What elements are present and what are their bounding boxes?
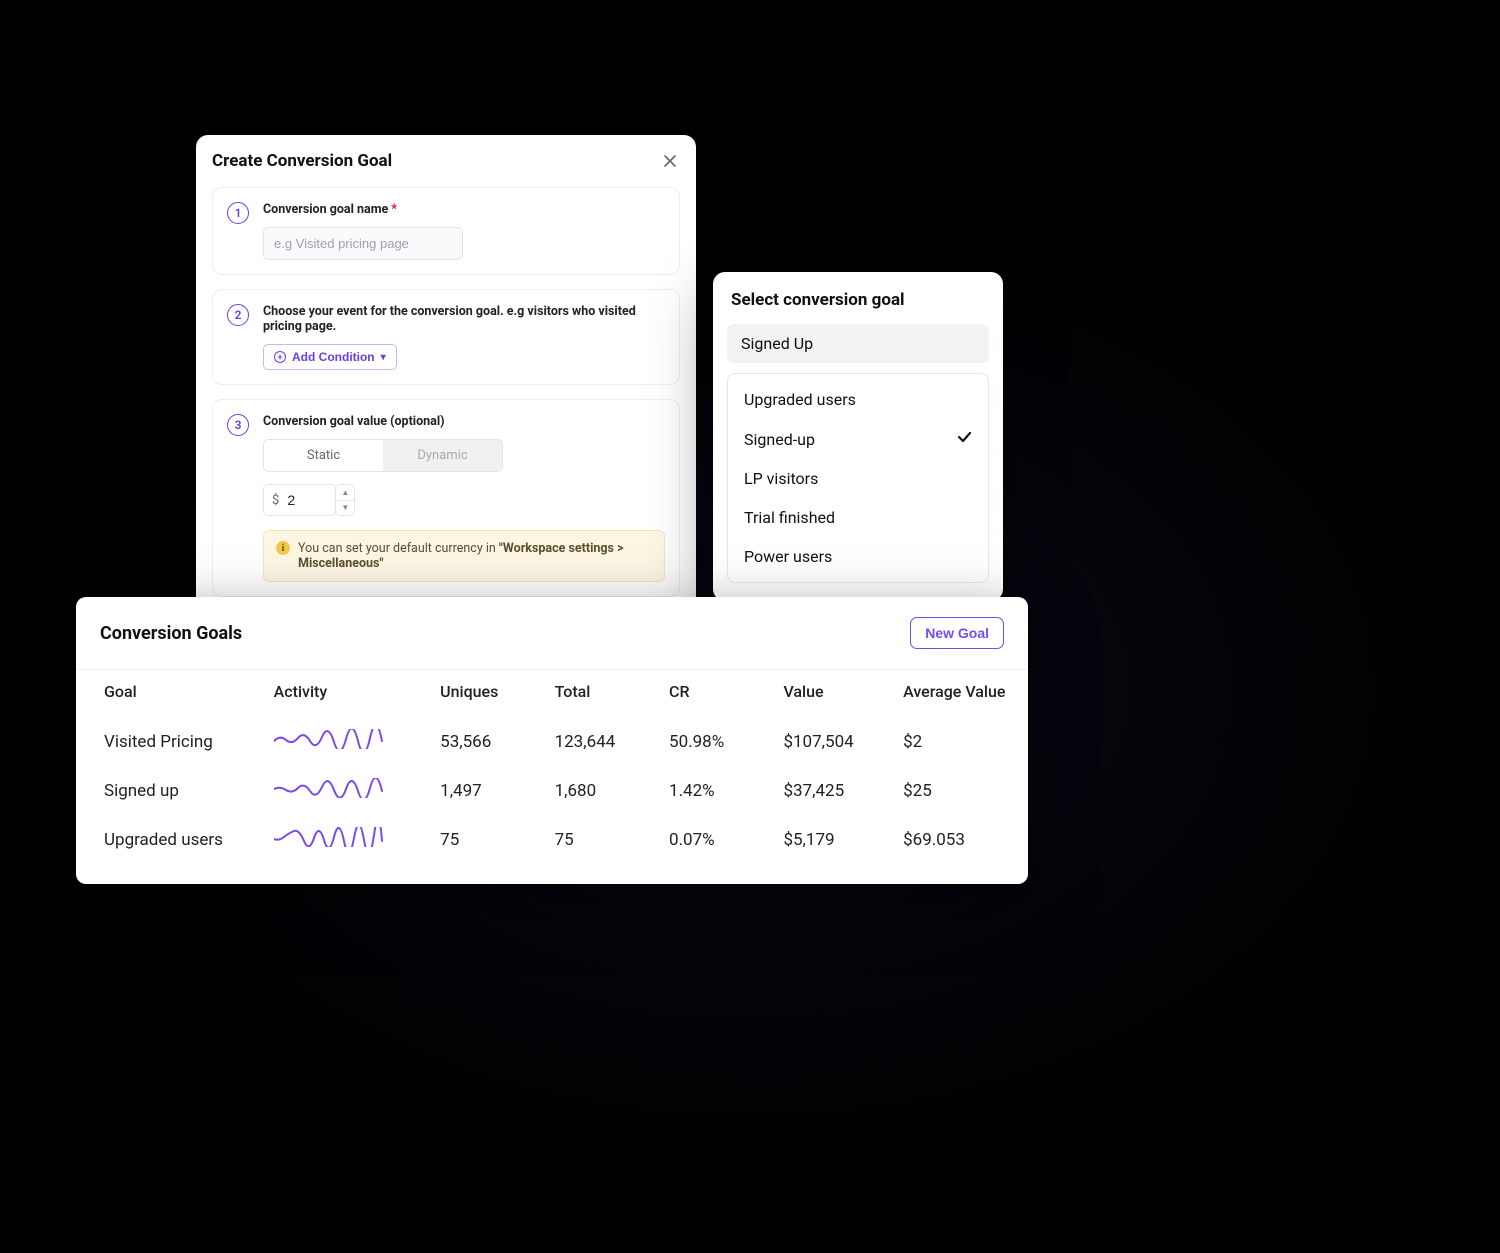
dropdown-item[interactable]: Signed-up xyxy=(728,419,988,459)
plus-icon: + xyxy=(274,351,286,363)
chevron-down-icon: ▾ xyxy=(381,352,386,363)
step-2-card: 2 Choose your event for the conversion g… xyxy=(212,289,680,385)
step-label: Choose your event for the conversion goa… xyxy=(263,304,665,334)
step-label: Conversion goal value (optional) xyxy=(263,414,665,429)
step-label: Conversion goal name* xyxy=(263,202,665,217)
dropdown-item[interactable]: Upgraded users xyxy=(728,380,988,419)
cell-total: 75 xyxy=(555,815,669,864)
dropdown-selected[interactable]: Signed Up xyxy=(727,324,989,363)
step-number: 3 xyxy=(227,414,249,436)
cell-uniques: 53,566 xyxy=(440,717,554,766)
col-goal: Goal xyxy=(76,670,274,718)
step-number: 2 xyxy=(227,304,249,326)
cell-value: $37,425 xyxy=(783,766,903,815)
value-input-wrapper: $ xyxy=(263,484,336,516)
dropdown-item-label: Signed-up xyxy=(744,430,815,449)
cell-cr: 0.07% xyxy=(669,815,783,864)
sparkline-icon xyxy=(274,827,384,847)
tab-static[interactable]: Static xyxy=(264,440,383,471)
cell-activity xyxy=(274,717,440,766)
add-condition-button[interactable]: + Add Condition ▾ xyxy=(263,344,397,370)
dropdown-list: Upgraded users Signed-up LP visitors Tri… xyxy=(727,373,989,583)
dropdown-item-label: LP visitors xyxy=(744,469,818,488)
dropdown-title: Select conversion goal xyxy=(727,290,989,310)
cell-cr: 1.42% xyxy=(669,766,783,815)
sparkline-icon xyxy=(274,778,384,798)
cell-cr: 50.98% xyxy=(669,717,783,766)
step-1-card: 1 Conversion goal name* xyxy=(212,187,680,275)
cell-avg: $2 xyxy=(903,717,1028,766)
dropdown-item[interactable]: LP visitors xyxy=(728,459,988,498)
step-3-card: 3 Conversion goal value (optional) Stati… xyxy=(212,399,680,597)
new-goal-button[interactable]: New Goal xyxy=(910,617,1004,649)
col-total: Total xyxy=(555,670,669,718)
dropdown-item-label: Power users xyxy=(744,547,832,566)
dropdown-item[interactable]: Power users xyxy=(728,537,988,576)
value-type-toggle: Static Dynamic xyxy=(263,439,503,472)
col-uniques: Uniques xyxy=(440,670,554,718)
info-icon: i xyxy=(276,541,290,555)
cell-goal: Upgraded users xyxy=(76,815,274,864)
stepper-up-icon[interactable]: ▲ xyxy=(336,485,354,501)
cell-uniques: 75 xyxy=(440,815,554,864)
cell-uniques: 1,497 xyxy=(440,766,554,815)
cell-activity xyxy=(274,766,440,815)
create-goal-modal: Create Conversion Goal 1 Conversion goal… xyxy=(196,135,696,641)
cell-avg: $69.053 xyxy=(903,815,1028,864)
cell-goal: Signed up xyxy=(76,766,274,815)
currency-symbol: $ xyxy=(272,493,279,508)
stepper-down-icon[interactable]: ▼ xyxy=(336,501,354,516)
tab-dynamic[interactable]: Dynamic xyxy=(383,440,502,471)
step-number: 1 xyxy=(227,202,249,224)
select-goal-dropdown: Select conversion goal Signed Up Upgrade… xyxy=(713,272,1003,601)
check-icon xyxy=(956,429,972,449)
cell-activity xyxy=(274,815,440,864)
col-activity: Activity xyxy=(274,670,440,718)
cell-avg: $25 xyxy=(903,766,1028,815)
modal-title: Create Conversion Goal xyxy=(212,151,392,171)
modal-header: Create Conversion Goal xyxy=(212,151,680,171)
goal-name-input[interactable] xyxy=(263,227,463,260)
cell-total: 1,680 xyxy=(555,766,669,815)
required-star: * xyxy=(391,202,397,217)
dropdown-item[interactable]: Trial finished xyxy=(728,498,988,537)
value-stepper: ▲ ▼ xyxy=(335,484,355,516)
cell-value: $5,179 xyxy=(783,815,903,864)
table-row: Visited Pricing 53,566 123,644 50.98% $1… xyxy=(76,717,1028,766)
close-icon[interactable] xyxy=(660,151,680,171)
goal-value-input[interactable] xyxy=(287,492,327,508)
table-row: Upgraded users 75 75 0.07% $5,179 $69.05… xyxy=(76,815,1028,864)
cell-total: 123,644 xyxy=(555,717,669,766)
col-avg: Average Value xyxy=(903,670,1028,718)
dropdown-item-label: Upgraded users xyxy=(744,390,856,409)
value-input-row: $ ▲ ▼ xyxy=(263,484,665,516)
goals-title: Conversion Goals xyxy=(100,623,242,644)
dropdown-item-label: Trial finished xyxy=(744,508,835,527)
info-prefix: You can set your default currency in xyxy=(298,541,499,556)
add-condition-label: Add Condition xyxy=(292,350,375,364)
col-value: Value xyxy=(783,670,903,718)
cell-goal: Visited Pricing xyxy=(76,717,274,766)
table-row: Signed up 1,497 1,680 1.42% $37,425 $25 xyxy=(76,766,1028,815)
info-text: You can set your default currency in "Wo… xyxy=(298,541,652,571)
goal-name-label: Conversion goal name xyxy=(263,202,388,217)
currency-info-banner: i You can set your default currency in "… xyxy=(263,530,665,582)
col-cr: CR xyxy=(669,670,783,718)
goals-card: Conversion Goals New Goal Goal Activity … xyxy=(76,597,1028,884)
goals-table: Goal Activity Uniques Total CR Value Ave… xyxy=(76,669,1028,864)
goals-header: Conversion Goals New Goal xyxy=(76,597,1028,669)
cell-value: $107,504 xyxy=(783,717,903,766)
sparkline-icon xyxy=(274,729,384,749)
